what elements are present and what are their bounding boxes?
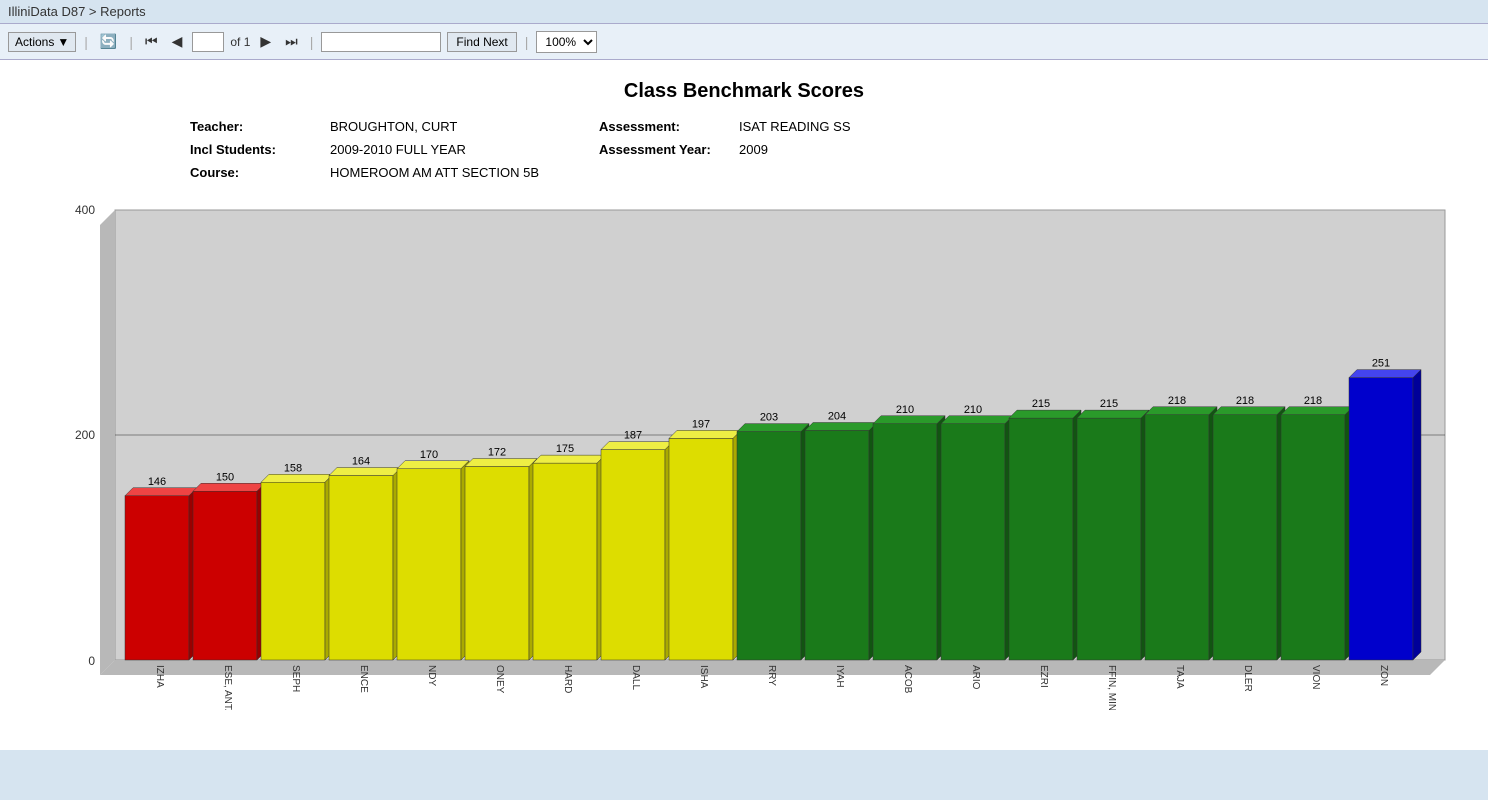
separator-4: |: [525, 34, 529, 50]
bar-value-5: 172: [488, 447, 506, 459]
x-label-11: ACOB: [902, 665, 913, 694]
x-label-6: HARD: [562, 665, 573, 693]
bar-value-17: 218: [1304, 395, 1322, 407]
assessment-value: ISAT READING SS: [739, 119, 851, 134]
y-label-400: 400: [75, 203, 95, 217]
incl-students-value: 2009-2010 FULL YEAR: [330, 142, 466, 157]
bar-11: [873, 424, 937, 660]
bar-value-4: 170: [420, 449, 438, 461]
bar-7: [601, 450, 665, 660]
first-page-icon[interactable]: ⏮: [141, 31, 162, 52]
report-title: Class Benchmark Scores: [30, 80, 1458, 103]
assessment-label: Assessment:: [599, 119, 729, 134]
bar-value-6: 175: [556, 443, 574, 455]
report-area: Class Benchmark Scores Teacher: BROUGHTO…: [0, 60, 1488, 750]
x-label-4: NDY: [426, 665, 437, 686]
x-label-17: VION: [1310, 665, 1321, 689]
x-label-18: ZON: [1378, 665, 1389, 686]
find-next-button[interactable]: Find Next: [447, 32, 516, 52]
x-label-12: ARIO: [970, 665, 981, 690]
x-label-16: DLER: [1242, 665, 1253, 692]
x-label-1: ESE, ANTA: [222, 665, 233, 710]
actions-button[interactable]: Actions ▼: [8, 32, 76, 52]
bar-value-2: 158: [284, 462, 302, 474]
chart-container: 400 200 0 146 IZHA 150 ESE, ANTA 158 SEPH 164 E…: [60, 200, 1428, 720]
bar-value-11: 210: [896, 404, 914, 416]
course-value: HOMEROOM AM ATT SECTION 5B: [330, 165, 539, 180]
separator-2: |: [129, 34, 133, 50]
bar-12: [941, 424, 1005, 660]
x-label-0: IZHA: [154, 665, 165, 688]
teacher-value: BROUGHTON, CURT: [330, 119, 457, 134]
bar-4: [397, 469, 461, 660]
toolbar: Actions ▼ | 🔄 | ⏮ ◀ 1 of 1 ▶ ⏭ | Find Ne…: [0, 24, 1488, 60]
x-label-8: ISHA: [698, 665, 709, 689]
bar-18: [1349, 378, 1413, 660]
page-number-input[interactable]: 1: [192, 32, 224, 52]
bar-value-3: 164: [352, 456, 370, 468]
bar-value-1: 150: [216, 471, 234, 483]
assessment-year-label: Assessment Year:: [599, 142, 729, 157]
page-of-label: of 1: [230, 35, 250, 49]
bar-value-18: 251: [1372, 358, 1390, 370]
bar-13: [1009, 418, 1073, 660]
separator-1: |: [84, 34, 88, 50]
meta-left: Teacher: BROUGHTON, CURT Incl Students: …: [190, 119, 539, 180]
assessment-year-value: 2009: [739, 142, 768, 157]
bar-value-13: 215: [1032, 398, 1050, 410]
x-label-3: ENCE: [358, 665, 369, 693]
bar-8: [669, 438, 733, 660]
x-label-2: SEPH: [290, 665, 301, 692]
teacher-label: Teacher:: [190, 119, 320, 134]
bar-value-9: 203: [760, 412, 778, 424]
separator-3: |: [310, 34, 314, 50]
course-label: Course:: [190, 165, 320, 180]
next-page-icon[interactable]: ▶: [256, 31, 275, 52]
bar-6: [533, 463, 597, 660]
bar-10: [805, 431, 869, 661]
bar-16: [1213, 415, 1277, 660]
bar-17: [1281, 415, 1345, 660]
x-label-13: EZRI: [1038, 665, 1049, 688]
y-label-200: 200: [75, 428, 95, 442]
y-label-0: 0: [88, 654, 95, 668]
bar-value-12: 210: [964, 404, 982, 416]
bar-0: [125, 496, 189, 660]
bar-chart: 400 200 0 146 IZHA 150 ESE, ANTA 158 SEPH 164 E…: [60, 200, 1460, 710]
bar-value-7: 187: [624, 430, 642, 442]
prev-page-icon[interactable]: ◀: [168, 31, 187, 52]
x-label-10: IYAH: [834, 665, 845, 688]
breadcrumb: IlliniData D87 > Reports: [0, 0, 1488, 24]
bar-value-14: 215: [1100, 398, 1118, 410]
bar-14: [1077, 418, 1141, 660]
x-label-7: DALL: [630, 665, 641, 690]
bar-1: [193, 491, 257, 660]
meta-right: Assessment: ISAT READING SS Assessment Y…: [599, 119, 851, 180]
bar-value-10: 204: [828, 411, 846, 423]
find-input[interactable]: [321, 32, 441, 52]
refresh-icon[interactable]: 🔄: [96, 31, 121, 52]
bar-3: [329, 476, 393, 661]
zoom-select[interactable]: 100% 50% 75% 125% 150% 200%: [536, 31, 597, 53]
report-meta: Teacher: BROUGHTON, CURT Incl Students: …: [190, 119, 1458, 180]
x-label-9: RRY: [766, 665, 777, 686]
bar-value-0: 146: [148, 476, 166, 488]
bar-value-15: 218: [1168, 395, 1186, 407]
x-label-5: ONEY: [494, 665, 505, 694]
x-label-15: TAJA: [1174, 665, 1185, 689]
incl-students-label: Incl Students:: [190, 142, 320, 157]
bar-5: [465, 467, 529, 661]
bar-value-16: 218: [1236, 395, 1254, 407]
bar-9: [737, 432, 801, 660]
last-page-icon[interactable]: ⏭: [281, 31, 302, 52]
dropdown-arrow-icon: ▼: [57, 35, 69, 49]
x-label-14: FFIN, MINA: [1106, 665, 1117, 710]
bar-2: [261, 482, 325, 660]
bar-15: [1145, 415, 1209, 660]
bar-value-8: 197: [692, 418, 710, 430]
